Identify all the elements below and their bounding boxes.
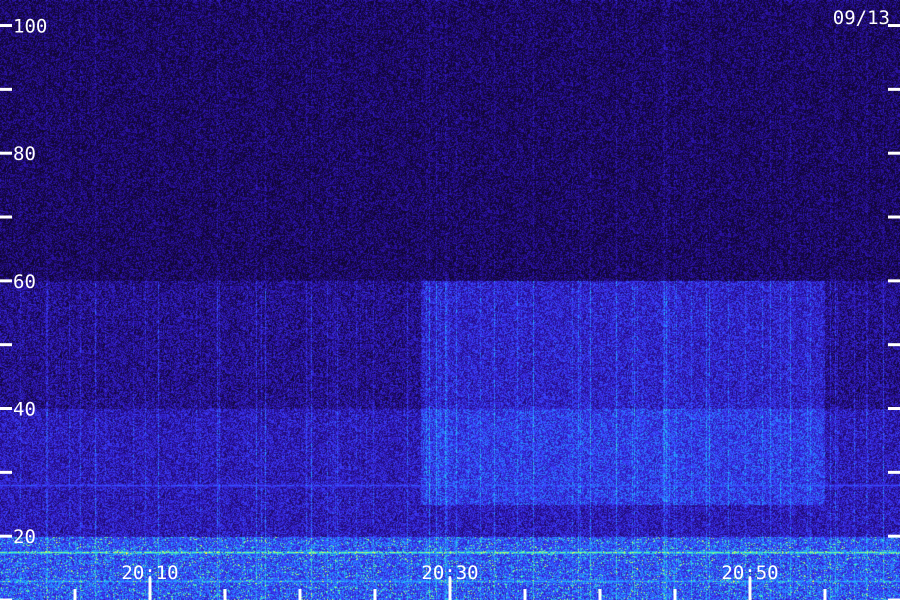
y-ticks-left	[0, 24, 12, 600]
chart-axes: 20 40 60 80 100 20:10 20:30 20:50 09/13	[0, 7, 900, 600]
y-ticks-right	[888, 24, 900, 600]
y-tick-label: 20	[13, 526, 36, 548]
date-label: 09/13	[833, 7, 890, 29]
x-tick-label: 20:30	[421, 562, 478, 584]
y-tick-label: 60	[13, 271, 36, 293]
y-tick-labels: 20 40 60 80 100	[13, 16, 47, 549]
x-tick-labels: 20:10 20:30 20:50	[121, 562, 778, 584]
x-tick-label: 20:10	[121, 562, 178, 584]
x-tick-label: 20:50	[721, 562, 778, 584]
y-tick-label: 80	[13, 143, 36, 165]
y-tick-label: 40	[13, 399, 36, 421]
y-tick-label: 100	[13, 16, 47, 38]
spectrogram-chart: 20 40 60 80 100 20:10 20:30 20:50 09/13	[0, 0, 900, 600]
